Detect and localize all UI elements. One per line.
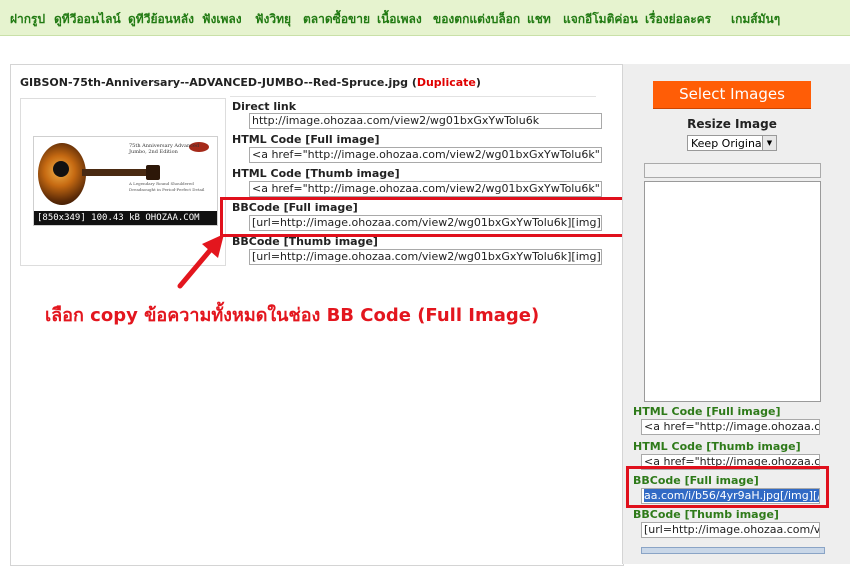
resize-image-label: Resize Image: [687, 117, 777, 131]
nav-listen-music[interactable]: ฟังเพลง: [202, 10, 242, 29]
html-thumb-field[interactable]: <a href="http://image.ohozaa.com/view2/w…: [249, 181, 602, 197]
sidebar-bbcode-thumb-field[interactable]: [url=http://image.ohozaa.com/view: [641, 522, 820, 538]
select-images-button[interactable]: Select Images: [653, 81, 811, 109]
nav-marketplace[interactable]: ตลาดซื้อขาย: [303, 10, 370, 29]
sidebar-bbcode-highlight-box: [626, 466, 829, 508]
bbcode-thumb-field[interactable]: [url=http://image.ohozaa.com/view2/wg01b…: [249, 249, 602, 265]
nav-watch-tv-replay[interactable]: ดูทีวีย้อนหลัง: [128, 10, 194, 29]
thumbnail-subtext: A Legendary Round Shouldered Dreadnought …: [129, 181, 205, 192]
nav-upload-image[interactable]: ฝากรูป: [10, 10, 45, 29]
html-thumb-label: HTML Code [Thumb image]: [232, 167, 400, 180]
pointer-arrow-icon: [177, 234, 224, 289]
duplicate-open: (: [407, 76, 417, 89]
file-title: GIBSON-75th-Anniversary--ADVANCED-JUMBO-…: [20, 76, 481, 89]
html-full-field[interactable]: <a href="http://image.ohozaa.com/view2/w…: [249, 147, 602, 163]
sidebar-html-full-field[interactable]: <a href="http://image.ohozaa.com/: [641, 419, 820, 435]
nav-listen-radio[interactable]: ฟังวิทยุ: [255, 10, 291, 29]
dropdown-arrow-icon[interactable]: ▼: [762, 136, 776, 150]
bbcode-highlight-box: [220, 197, 630, 237]
nav-fun-games[interactable]: เกมส์มันๆ: [731, 10, 780, 29]
duplicate-close: ): [475, 76, 481, 89]
sidebar-html-thumb-label: HTML Code [Thumb image]: [633, 440, 801, 453]
resize-select[interactable]: Keep Original ▼: [687, 135, 777, 151]
upload-file-list[interactable]: [644, 181, 821, 402]
nav-blog-decoration[interactable]: ของตกแต่งบล็อก: [433, 10, 520, 29]
guitar-thumbnail[interactable]: 75th Anniversary Advanced Jumbo, 2nd Edit…: [33, 136, 218, 226]
guitar-soundhole: [53, 161, 69, 177]
direct-link-label: Direct link: [232, 100, 297, 113]
thumbnail-caption: [850x349] 100.43 kB OHOZAA.COM: [34, 211, 217, 225]
duplicate-label: Duplicate: [416, 76, 476, 89]
html-full-label: HTML Code [Full image]: [232, 133, 380, 146]
sidebar-bbcode-thumb-label: BBCode [Thumb image]: [633, 508, 779, 521]
top-navigation: ฝากรูป ดูทีวีออนไลน์ ดูทีวีย้อนหลัง ฟังเ…: [0, 0, 850, 36]
guitar-neck: [82, 169, 148, 176]
upload-progress-bar: [644, 163, 821, 178]
thumbnail-heading: 75th Anniversary Advanced Jumbo, 2nd Edit…: [129, 143, 200, 155]
file-name: GIBSON-75th-Anniversary--ADVANCED-JUMBO-…: [20, 76, 408, 89]
guitar-headstock: [146, 165, 160, 180]
nav-watch-tv-online[interactable]: ดูทีวีออนไลน์: [54, 10, 121, 29]
nav-free-emoticons[interactable]: แจกอีโมติค่อน: [563, 10, 638, 29]
sidebar-html-full-label: HTML Code [Full image]: [633, 405, 781, 418]
sidebar-bottom-bar: [641, 547, 825, 554]
instruction-text: เลือก copy ข้อความทั้งหมดในช่อง BB Code …: [45, 305, 540, 326]
title-separator: [230, 96, 596, 97]
resize-selected-value: Keep Original: [691, 137, 765, 150]
nav-drama-synopsis[interactable]: เรื่องย่อละคร: [645, 10, 711, 29]
direct-link-field[interactable]: http://image.ohozaa.com/view2/wg01bxGxYw…: [249, 113, 602, 129]
nav-lyrics[interactable]: เนื้อเพลง: [377, 10, 422, 29]
nav-chat[interactable]: แชท: [527, 10, 551, 29]
